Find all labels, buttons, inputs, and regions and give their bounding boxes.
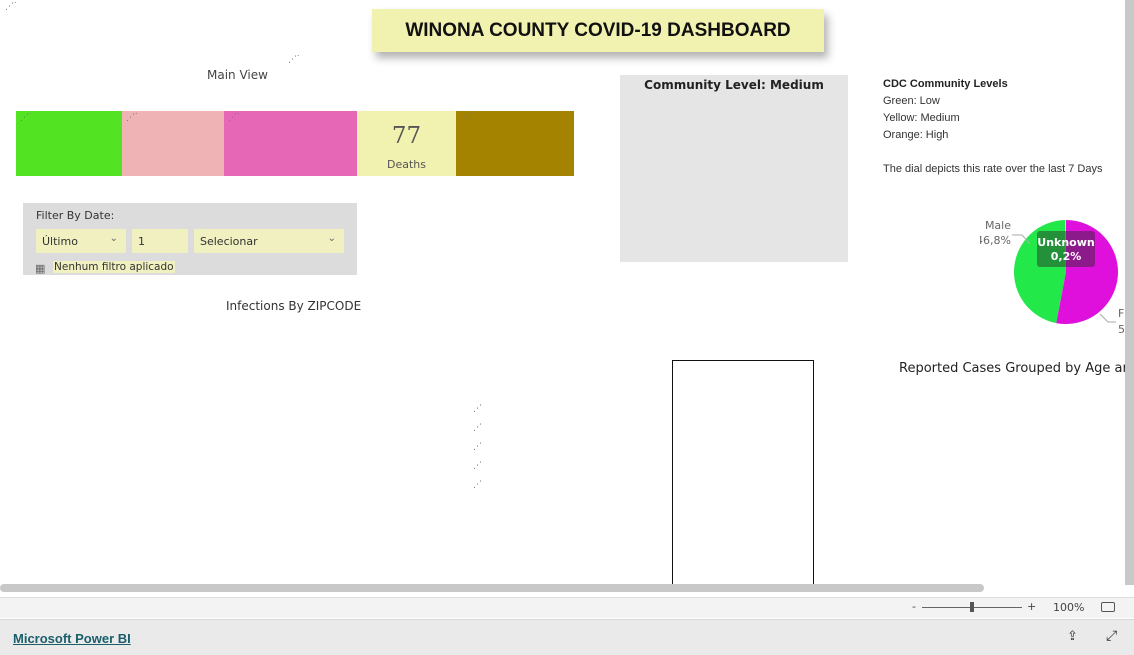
pie-label-female: F	[1118, 307, 1124, 320]
leader-line	[1099, 313, 1116, 323]
calendar-icon: ▦	[35, 262, 46, 275]
cdc-line: Yellow: Medium	[883, 112, 960, 124]
pie-value-female: 5	[1118, 323, 1125, 336]
zoom-out-button[interactable]: -	[912, 600, 916, 613]
zoom-slider-thumb[interactable]	[970, 602, 974, 612]
filter-status: Nenhum filtro aplicado	[53, 261, 175, 273]
filter-mode-value: Último	[42, 235, 78, 248]
community-level-title: Community Level: Medium	[644, 78, 824, 92]
footer: Microsoft Power BI ⇪ ⤢	[0, 619, 1134, 655]
loading-spinner-icon: ⋰ ⋰ ⋰ ⋰ ⋰	[473, 404, 482, 490]
vertical-scrollbar[interactable]	[1125, 0, 1134, 585]
zoom-bar: - + 100%	[0, 597, 1134, 618]
kpi-card-5: ⋰˙	[456, 111, 574, 176]
loading-spinner-icon: ⋰˙	[228, 113, 240, 123]
kpi-card-1: ⋰˙	[16, 111, 122, 176]
loading-spinner-icon: ⋰˙	[5, 2, 17, 12]
chevron-down-icon: ⌄	[327, 233, 336, 244]
chevron-down-icon: ⌄	[109, 233, 118, 244]
deaths-value: 77	[391, 123, 422, 149]
filter-mode-dropdown[interactable]: Último ⌄	[36, 229, 126, 253]
community-level-panel: Community Level: Medium	[620, 75, 848, 262]
cdc-levels-text: CDC Community Levels Green: Low Yellow: …	[883, 76, 1103, 178]
zipcode-title: Infections By ZIPCODE	[226, 299, 362, 313]
kpi-card-2: ⋰˙	[122, 111, 224, 176]
pie-label-unknown: Unknown	[1037, 236, 1094, 249]
dashboard-title: WINONA COUNTY COVID-19 DASHBOARD	[372, 9, 824, 52]
age-chart-title: Reported Cases Grouped by Age ar	[899, 361, 1125, 376]
pie-value-unknown: 0,2%	[1051, 250, 1082, 263]
cdc-line: Green: Low	[883, 95, 940, 107]
zoom-in-button[interactable]: +	[1027, 600, 1036, 613]
cdc-title: CDC Community Levels	[883, 78, 1008, 90]
horizontal-scrollbar[interactable]	[0, 584, 984, 592]
fullscreen-icon[interactable]: ⤢	[1106, 628, 1117, 644]
filter-count-input[interactable]: 1	[132, 229, 188, 253]
fit-to-page-icon[interactable]	[1101, 602, 1115, 612]
filter-unit-value: Selecionar	[200, 235, 258, 248]
deaths-label: Deaths	[387, 158, 426, 171]
zoom-level: 100%	[1053, 601, 1085, 614]
pie-label-male: Male	[985, 219, 1011, 232]
main-view-button[interactable]: Main View	[207, 68, 268, 82]
deaths-card: 77 Deaths	[357, 111, 456, 176]
filter-title: Filter By Date:	[36, 209, 115, 222]
date-filter-panel: Filter By Date: Último ⌄ 1 Selecionar ⌄ ▦ …	[23, 203, 357, 275]
loading-spinner-icon: ⋰˙	[126, 113, 138, 123]
power-bi-link[interactable]: Microsoft Power BI	[13, 631, 131, 646]
filter-unit-dropdown[interactable]: Selecionar ⌄	[194, 229, 344, 253]
cdc-line: Orange: High	[883, 129, 949, 141]
empty-visual-frame	[672, 360, 814, 586]
loading-spinner-icon: ⋰˙	[460, 113, 472, 123]
share-icon[interactable]: ⇪	[1067, 629, 1078, 644]
pie-value-male: 46,8%	[980, 234, 1011, 247]
loading-spinner-icon: ⋰˙	[20, 113, 32, 123]
cdc-note: The dial depicts this rate over the last…	[883, 163, 1103, 175]
kpi-card-3: ⋰˙	[224, 111, 357, 176]
loading-spinner-icon: ⋰˙	[288, 55, 300, 65]
gender-pie-chart: Male 46,8% F 5 Unknown 0,2%	[980, 219, 1125, 336]
